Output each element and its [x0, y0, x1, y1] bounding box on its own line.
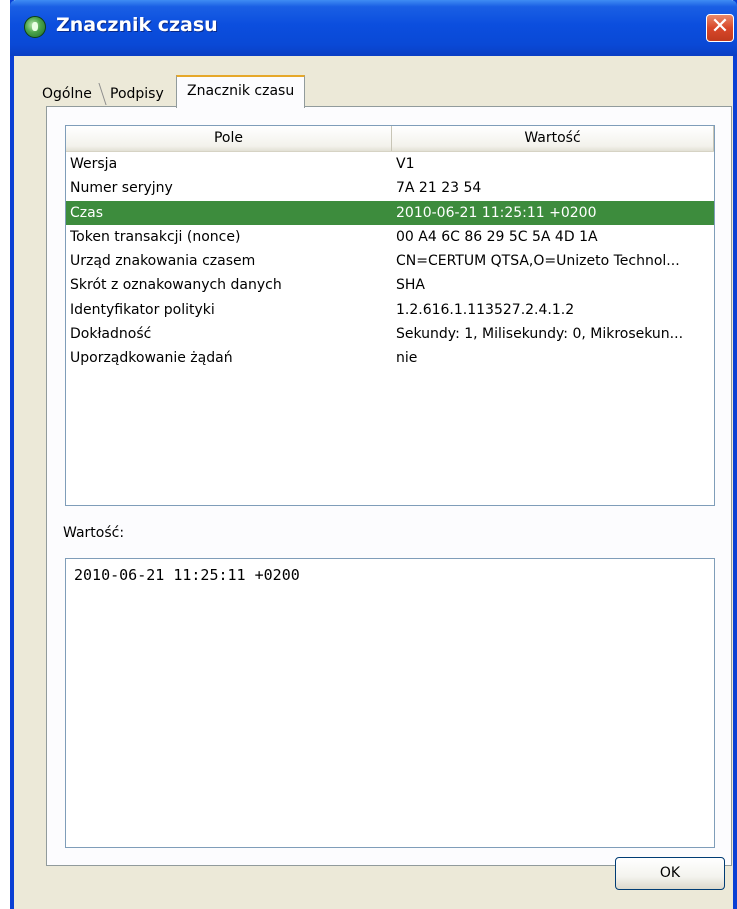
ok-button[interactable]: OK — [615, 857, 725, 890]
table-row[interactable]: Czas 2010-06-21 11:25:11 +0200 — [66, 200, 714, 225]
close-button[interactable]: ✕ — [706, 14, 734, 42]
value-cell: nie — [396, 350, 418, 367]
value-cell: 1.2.616.1.113527.2.4.1.2 — [396, 301, 575, 318]
table-row[interactable]: Skrót z oznakowanych danych SHA — [66, 273, 714, 297]
app-icon — [24, 16, 46, 38]
dialog-window: Znacznik czasu ✕ Ogólne Podpisy Znacznik… — [10, 0, 737, 909]
tab-divider — [98, 83, 107, 105]
table-row[interactable]: Dokładność Sekundy: 1, Milisekundy: 0, Mi… — [66, 322, 714, 346]
tab-podpisy[interactable]: Podpisy — [110, 81, 164, 107]
tab-label: Znacznik czasu — [187, 83, 295, 99]
table-row[interactable]: Token transakcji (nonce) 00 A4 6C 86 29 5… — [66, 225, 714, 249]
field-cell: Urząd znakowania czasem — [70, 253, 256, 270]
title-bar[interactable]: Znacznik czasu ✕ — [10, 0, 737, 56]
field-cell: Uporządkowanie żądań — [70, 350, 233, 367]
column-header-pole[interactable]: Pole — [66, 126, 392, 151]
tab-label: Podpisy — [110, 86, 164, 102]
table-row[interactable]: Uporządkowanie żądań nie — [66, 346, 714, 370]
value-cell: CN=CERTUM QTSA,O=Unizeto Technol... — [396, 253, 680, 270]
close-icon: ✕ — [710, 14, 730, 39]
table-row[interactable]: Urząd znakowania czasem CN=CERTUM QTSA,O=… — [66, 249, 714, 273]
value-cell: Sekundy: 1, Milisekundy: 0, Mikrosekun..… — [396, 326, 684, 343]
tab-znacznik-czasu[interactable]: Znacznik czasu — [176, 75, 306, 108]
value-textarea[interactable]: 2010-06-21 11:25:11 +0200 — [65, 558, 715, 848]
field-cell: Dokładność — [70, 326, 152, 343]
table-row[interactable]: Numer seryjny 7A 21 23 54 — [66, 176, 714, 200]
value-label: Wartość: — [63, 525, 125, 541]
tab-panel: Pole Wartość Wersja V1 Numer seryjny 7A 21 … — [46, 106, 732, 866]
window-title: Znacznik czasu — [56, 14, 218, 36]
value-cell: 00 A4 6C 86 29 5C 5A 4D 1A — [396, 228, 598, 245]
table-row[interactable]: Identyfikator polityki 1.2.616.1.113527.2… — [66, 298, 714, 322]
column-header-wartosc[interactable]: Wartość — [392, 126, 714, 151]
value-cell: SHA — [396, 277, 425, 294]
tab-ogolne[interactable]: Ogólne — [42, 81, 92, 107]
value-cell: V1 — [396, 156, 415, 172]
field-cell: Token transakcji (nonce) — [70, 228, 241, 245]
field-cell: Skrót z oznakowanych danych — [70, 277, 282, 294]
properties-table[interactable]: Pole Wartość Wersja V1 Numer seryjny 7A 21 … — [65, 125, 715, 506]
tab-label: Ogólne — [42, 86, 92, 102]
field-cell: Wersja — [70, 156, 118, 172]
field-cell: Identyfikator polityki — [70, 301, 215, 318]
value-cell: 2010-06-21 11:25:11 +0200 — [396, 204, 597, 221]
table-body: Wersja V1 Numer seryjny 7A 21 23 54 Czas 2010… — [66, 152, 714, 371]
table-row[interactable]: Wersja V1 — [66, 152, 714, 176]
field-cell: Numer seryjny — [70, 180, 173, 197]
value-cell: 7A 21 23 54 — [396, 180, 482, 197]
table-header: Pole Wartość — [66, 126, 714, 152]
field-cell: Czas — [70, 204, 103, 221]
